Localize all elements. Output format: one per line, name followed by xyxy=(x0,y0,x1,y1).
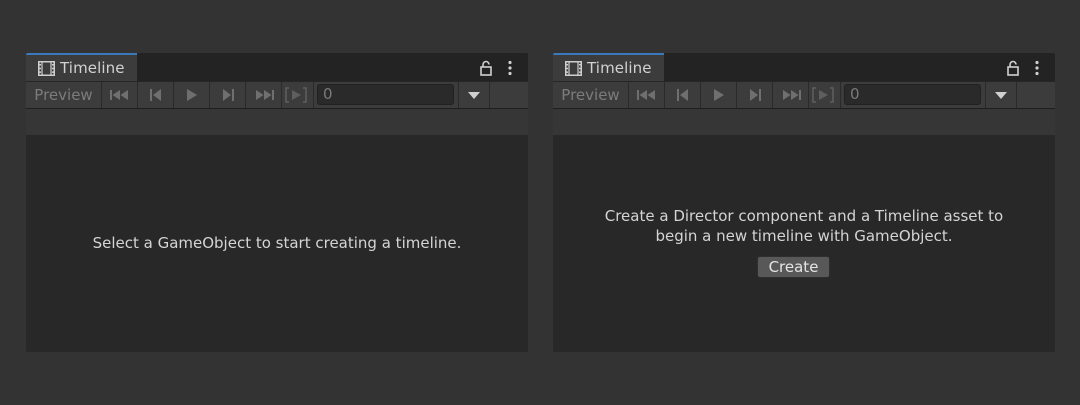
play-range-button[interactable] xyxy=(278,82,314,108)
go-to-end-icon xyxy=(255,90,274,100)
window-titlebar: Timeline xyxy=(553,53,1055,81)
preview-button[interactable]: Preview xyxy=(26,82,102,108)
next-frame-button[interactable] xyxy=(737,82,773,108)
film-strip-icon xyxy=(38,60,55,76)
timeline-window-empty: Timeline Preview 0 Select a GameObject t… xyxy=(26,53,528,352)
previous-frame-icon xyxy=(676,89,688,101)
timeline-content-area: Create a Director component and a Timeli… xyxy=(553,135,1055,352)
lock-icon[interactable] xyxy=(480,60,492,76)
timeline-window-create: Timeline Preview 0 Create a Director com… xyxy=(553,53,1055,352)
timeline-toolbar: Preview 0 xyxy=(26,81,528,109)
create-button[interactable]: Create xyxy=(757,256,830,278)
go-to-end-button[interactable] xyxy=(246,82,282,108)
settings-dropdown-button[interactable] xyxy=(985,82,1017,108)
timeline-content-area: Select a GameObject to start creating a … xyxy=(26,135,528,352)
play-range-icon xyxy=(811,87,834,103)
previous-frame-button[interactable] xyxy=(665,82,701,108)
next-frame-icon xyxy=(222,89,234,101)
create-director-message: Create a Director component and a Timeli… xyxy=(553,206,1055,246)
more-options-icon[interactable] xyxy=(507,60,513,76)
time-field[interactable]: 0 xyxy=(844,84,981,105)
tab-label: Timeline xyxy=(587,59,652,77)
play-icon xyxy=(713,89,724,101)
play-button[interactable] xyxy=(174,82,210,108)
timeline-toolbar: Preview 0 xyxy=(553,81,1055,109)
go-to-start-button[interactable] xyxy=(102,82,138,108)
track-header-bar xyxy=(553,109,1055,135)
tab-timeline[interactable]: Timeline xyxy=(553,53,664,81)
go-to-start-icon xyxy=(636,90,655,100)
track-header-bar xyxy=(26,109,528,135)
tab-timeline[interactable]: Timeline xyxy=(26,53,137,81)
next-frame-button[interactable] xyxy=(210,82,246,108)
previous-frame-button[interactable] xyxy=(138,82,174,108)
go-to-end-button[interactable] xyxy=(773,82,809,108)
play-button[interactable] xyxy=(701,82,737,108)
settings-dropdown-button[interactable] xyxy=(458,82,490,108)
play-range-button[interactable] xyxy=(805,82,841,108)
time-field[interactable]: 0 xyxy=(317,84,454,105)
tab-label: Timeline xyxy=(60,59,125,77)
dropdown-arrow-icon xyxy=(468,91,480,99)
go-to-end-icon xyxy=(782,90,801,100)
dropdown-arrow-icon xyxy=(995,91,1007,99)
more-options-icon[interactable] xyxy=(1034,60,1040,76)
select-gameobject-message: Select a GameObject to start creating a … xyxy=(92,234,462,252)
window-titlebar: Timeline xyxy=(26,53,528,81)
lock-icon[interactable] xyxy=(1007,60,1019,76)
preview-button[interactable]: Preview xyxy=(553,82,629,108)
go-to-start-icon xyxy=(109,90,128,100)
message-line-2: begin a new timeline with GameObject. xyxy=(655,227,953,245)
play-range-icon xyxy=(284,87,307,103)
go-to-start-button[interactable] xyxy=(629,82,665,108)
film-strip-icon xyxy=(565,60,582,76)
message-line-1: Create a Director component and a Timeli… xyxy=(604,207,1004,225)
next-frame-icon xyxy=(749,89,761,101)
play-icon xyxy=(186,89,197,101)
previous-frame-icon xyxy=(149,89,161,101)
